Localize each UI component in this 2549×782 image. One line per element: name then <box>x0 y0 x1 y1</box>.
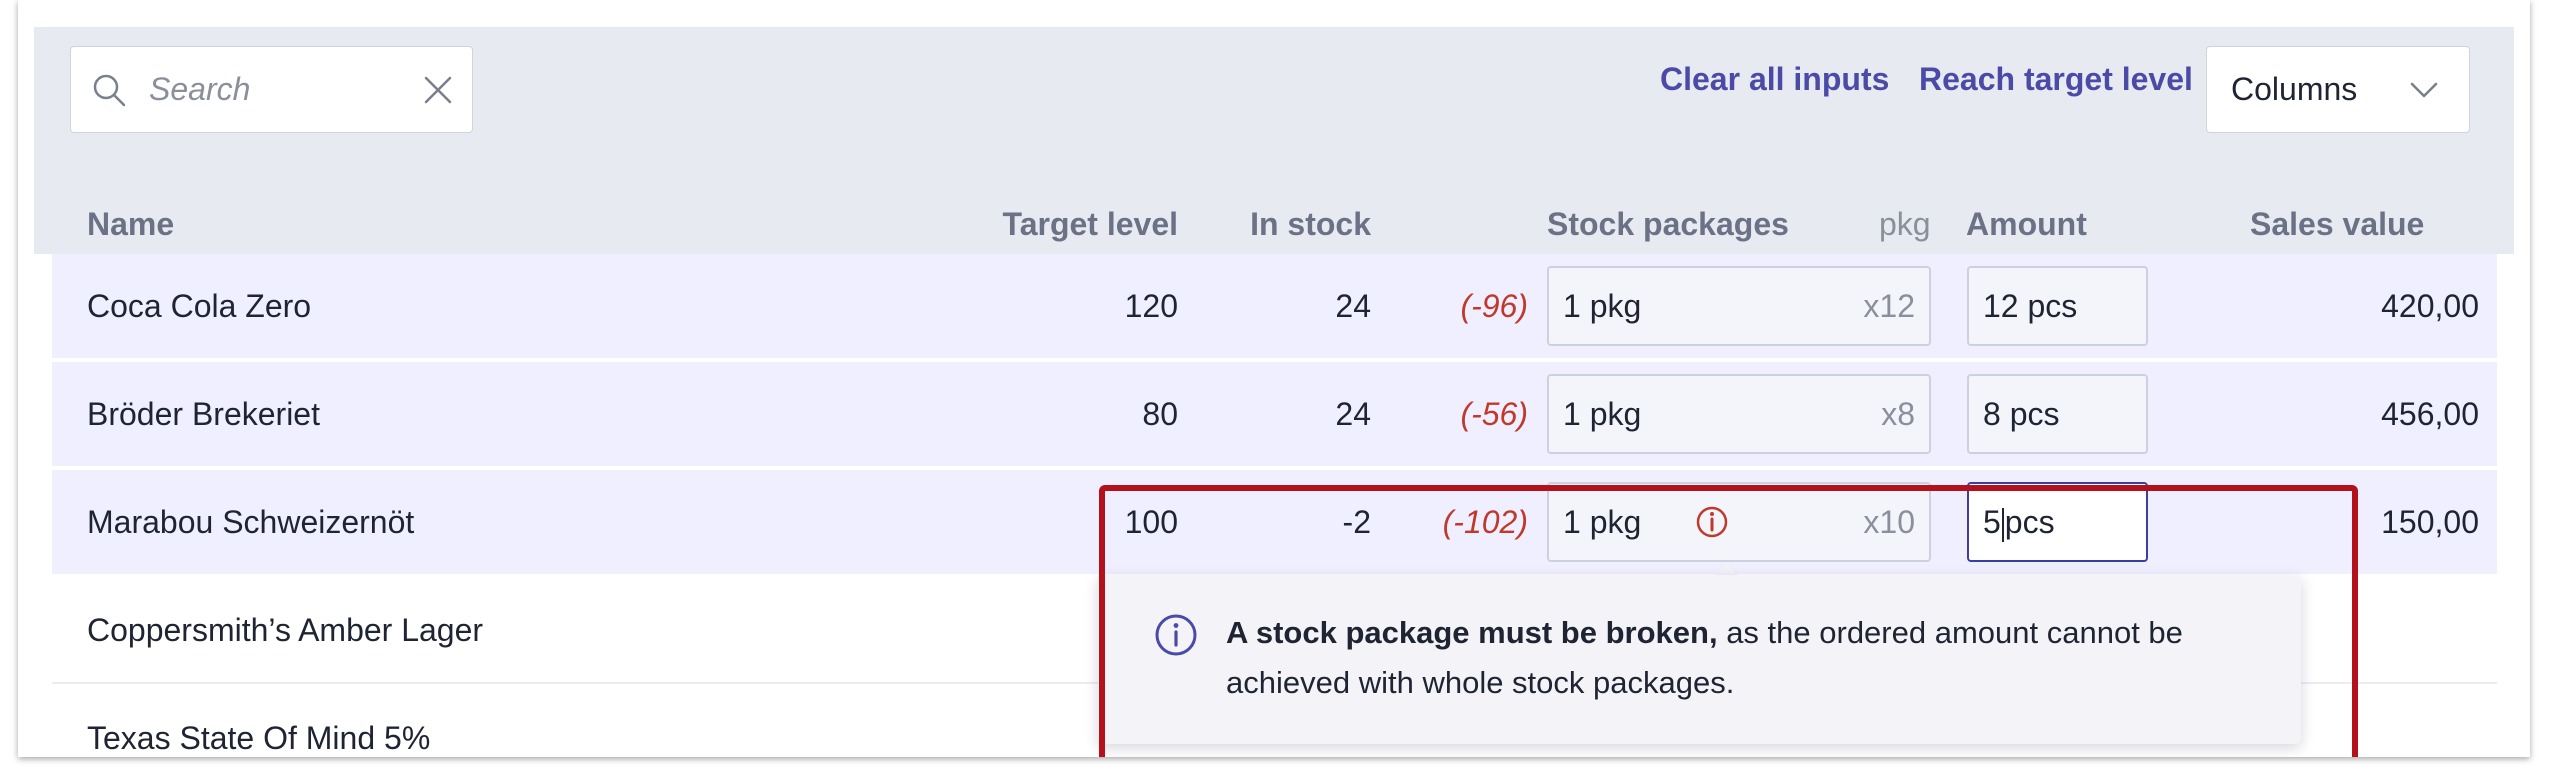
product-name: Bröder Brekeriet <box>87 396 320 432</box>
column-header-sales-value[interactable]: Sales value <box>2250 206 2424 243</box>
stock-packages-field[interactable]: 1 pkg x8 <box>1547 374 1931 454</box>
column-header-in-stock[interactable]: In stock <box>1214 206 1371 243</box>
stock-packages-value: 1 pkg <box>1563 396 1642 432</box>
table-row[interactable]: Coca Cola Zero 120 24 (-96) 1 pkg x12 12… <box>52 254 2497 358</box>
amount-value: 5 pcs <box>1983 484 2055 560</box>
stock-difference: (-102) <box>1442 504 1528 540</box>
column-header-amount[interactable]: Amount <box>1966 206 2087 243</box>
target-level: 80 <box>1142 396 1178 432</box>
sales-value: 456,00 <box>2381 396 2479 432</box>
table-row[interactable]: Bröder Brekeriet 80 24 (-56) 1 pkg x8 8 … <box>52 362 2497 466</box>
broken-package-tooltip: A stock package must be broken, as the o… <box>1098 575 2301 744</box>
tooltip-message: A stock package must be broken, as the o… <box>1226 608 2256 708</box>
chevron-down-icon <box>2410 82 2438 98</box>
search-input[interactable] <box>149 47 399 132</box>
sales-value: 150,00 <box>2381 504 2479 540</box>
amount-value: 12 pcs <box>1983 288 2078 324</box>
search-box[interactable] <box>70 46 473 133</box>
stock-difference: (-96) <box>1460 288 1528 324</box>
column-header-pkg: pkg <box>1879 206 1931 242</box>
close-icon[interactable] <box>421 73 455 107</box>
in-stock: -2 <box>1342 504 1371 540</box>
table-row[interactable]: Marabou Schweizernöt 100 -2 (-102) 1 pkg… <box>52 470 2497 574</box>
in-stock: 24 <box>1335 396 1371 432</box>
column-header-stock-packages[interactable]: Stock packages <box>1547 206 1789 243</box>
reach-target-level-button[interactable]: Reach target level <box>1919 61 2193 98</box>
stock-packages-field[interactable]: 1 pkg x10 <box>1547 482 1931 562</box>
product-name: Coca Cola Zero <box>87 288 312 324</box>
product-name: Marabou Schweizernöt <box>87 504 415 540</box>
stock-order-panel: Clear all inputs Reach target level Colu… <box>34 27 2514 757</box>
stock-packages-value: 1 pkg <box>1563 504 1642 540</box>
package-multiplier: x8 <box>1881 396 1915 432</box>
package-multiplier: x10 <box>1863 504 1915 540</box>
toolbar: Clear all inputs Reach target level Colu… <box>34 27 2514 154</box>
amount-field-active[interactable]: 5 pcs <box>1967 482 2148 562</box>
app-frame: Clear all inputs Reach target level Colu… <box>18 0 2530 757</box>
in-stock: 24 <box>1335 288 1371 324</box>
amount-value: 8 pcs <box>1983 396 2060 432</box>
column-header-target-level[interactable]: Target level <box>914 206 1178 243</box>
stock-packages-field[interactable]: 1 pkg x12 <box>1547 266 1931 346</box>
product-name: Coppersmith’s Amber Lager <box>87 612 484 648</box>
search-icon <box>93 74 126 107</box>
target-level: 120 <box>1124 288 1178 324</box>
table-header: Name Target level In stock Stock package… <box>34 154 2514 254</box>
text-caret <box>2001 507 2004 542</box>
info-icon <box>1155 614 1197 656</box>
target-level: 100 <box>1124 504 1178 540</box>
amount-field[interactable]: 12 pcs <box>1967 266 2148 346</box>
column-header-name[interactable]: Name <box>87 206 174 243</box>
stock-difference: (-56) <box>1460 396 1528 432</box>
columns-label: Columns <box>2231 71 2358 107</box>
package-multiplier: x12 <box>1863 288 1915 324</box>
product-name: Texas State Of Mind 5% <box>87 720 431 756</box>
clear-all-inputs-button[interactable]: Clear all inputs <box>1660 61 1889 98</box>
amount-number: 5 <box>1983 504 2001 540</box>
columns-dropdown[interactable]: Columns <box>2206 46 2470 133</box>
sales-value: 420,00 <box>2381 288 2479 324</box>
stock-packages-value: 1 pkg <box>1563 288 1642 324</box>
amount-unit: pcs <box>2004 504 2055 540</box>
tooltip-bold-text: A stock package must be broken, <box>1226 615 1718 650</box>
warning-info-icon[interactable] <box>1694 504 1730 540</box>
amount-field[interactable]: 8 pcs <box>1967 374 2148 454</box>
